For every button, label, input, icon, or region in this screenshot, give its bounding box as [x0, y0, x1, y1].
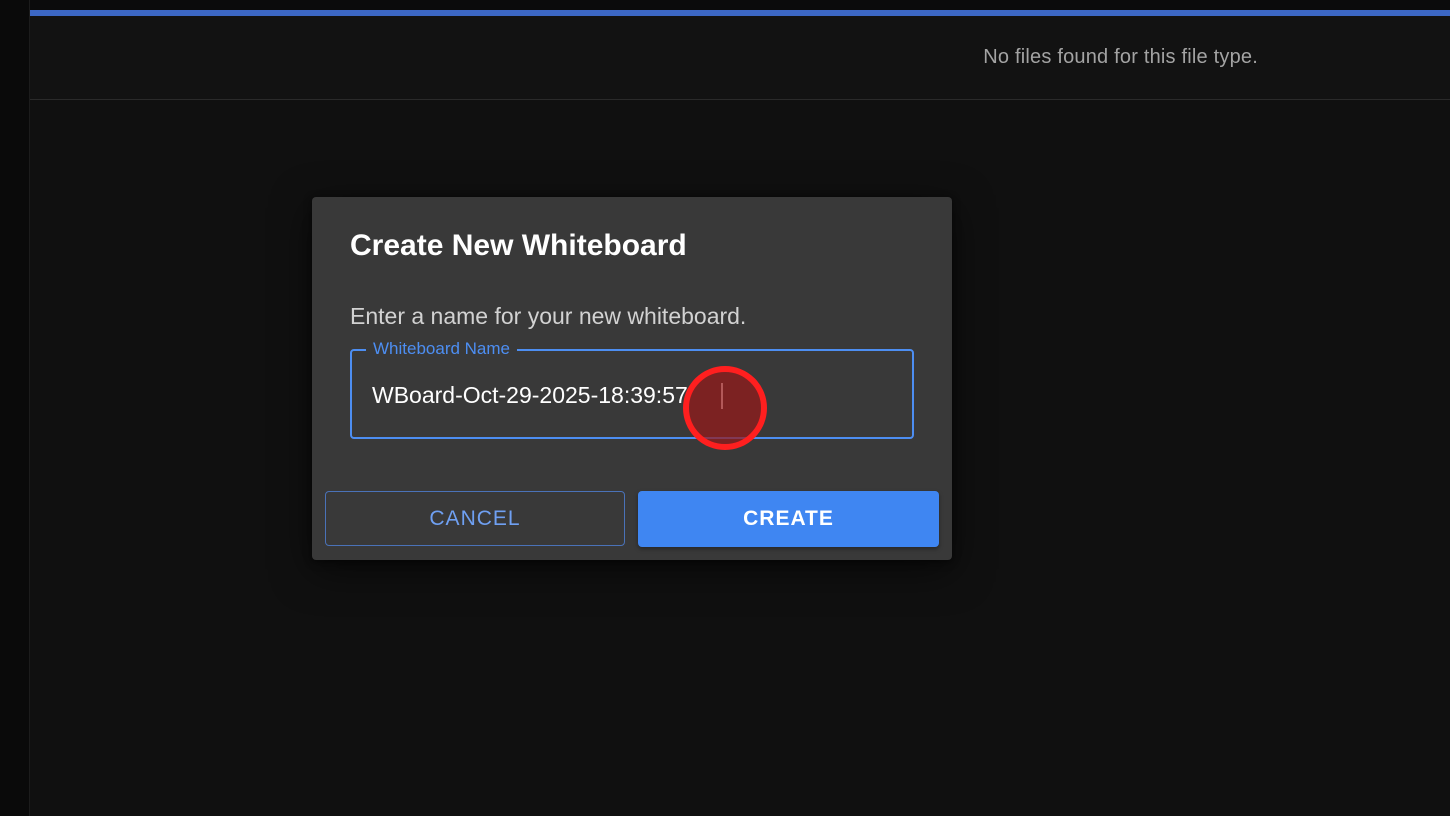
whiteboard-name-label: Whiteboard Name	[366, 338, 518, 360]
dialog-title: Create New Whiteboard	[350, 229, 687, 262]
file-list-header: No files found for this file type.	[30, 16, 1450, 100]
empty-files-message: No files found for this file type.	[983, 46, 1258, 68]
whiteboard-name-field: Whiteboard Name	[350, 338, 914, 439]
cancel-button[interactable]: CANCEL	[325, 491, 625, 546]
text-caret	[721, 383, 723, 409]
dialog-description: Enter a name for your new whiteboard.	[350, 303, 747, 329]
left-rail	[0, 0, 30, 816]
create-whiteboard-dialog: Create New Whiteboard Enter a name for y…	[312, 197, 952, 560]
top-strip	[30, 0, 1450, 10]
whiteboard-name-input[interactable]	[372, 377, 892, 413]
create-button[interactable]: CREATE	[638, 491, 939, 547]
